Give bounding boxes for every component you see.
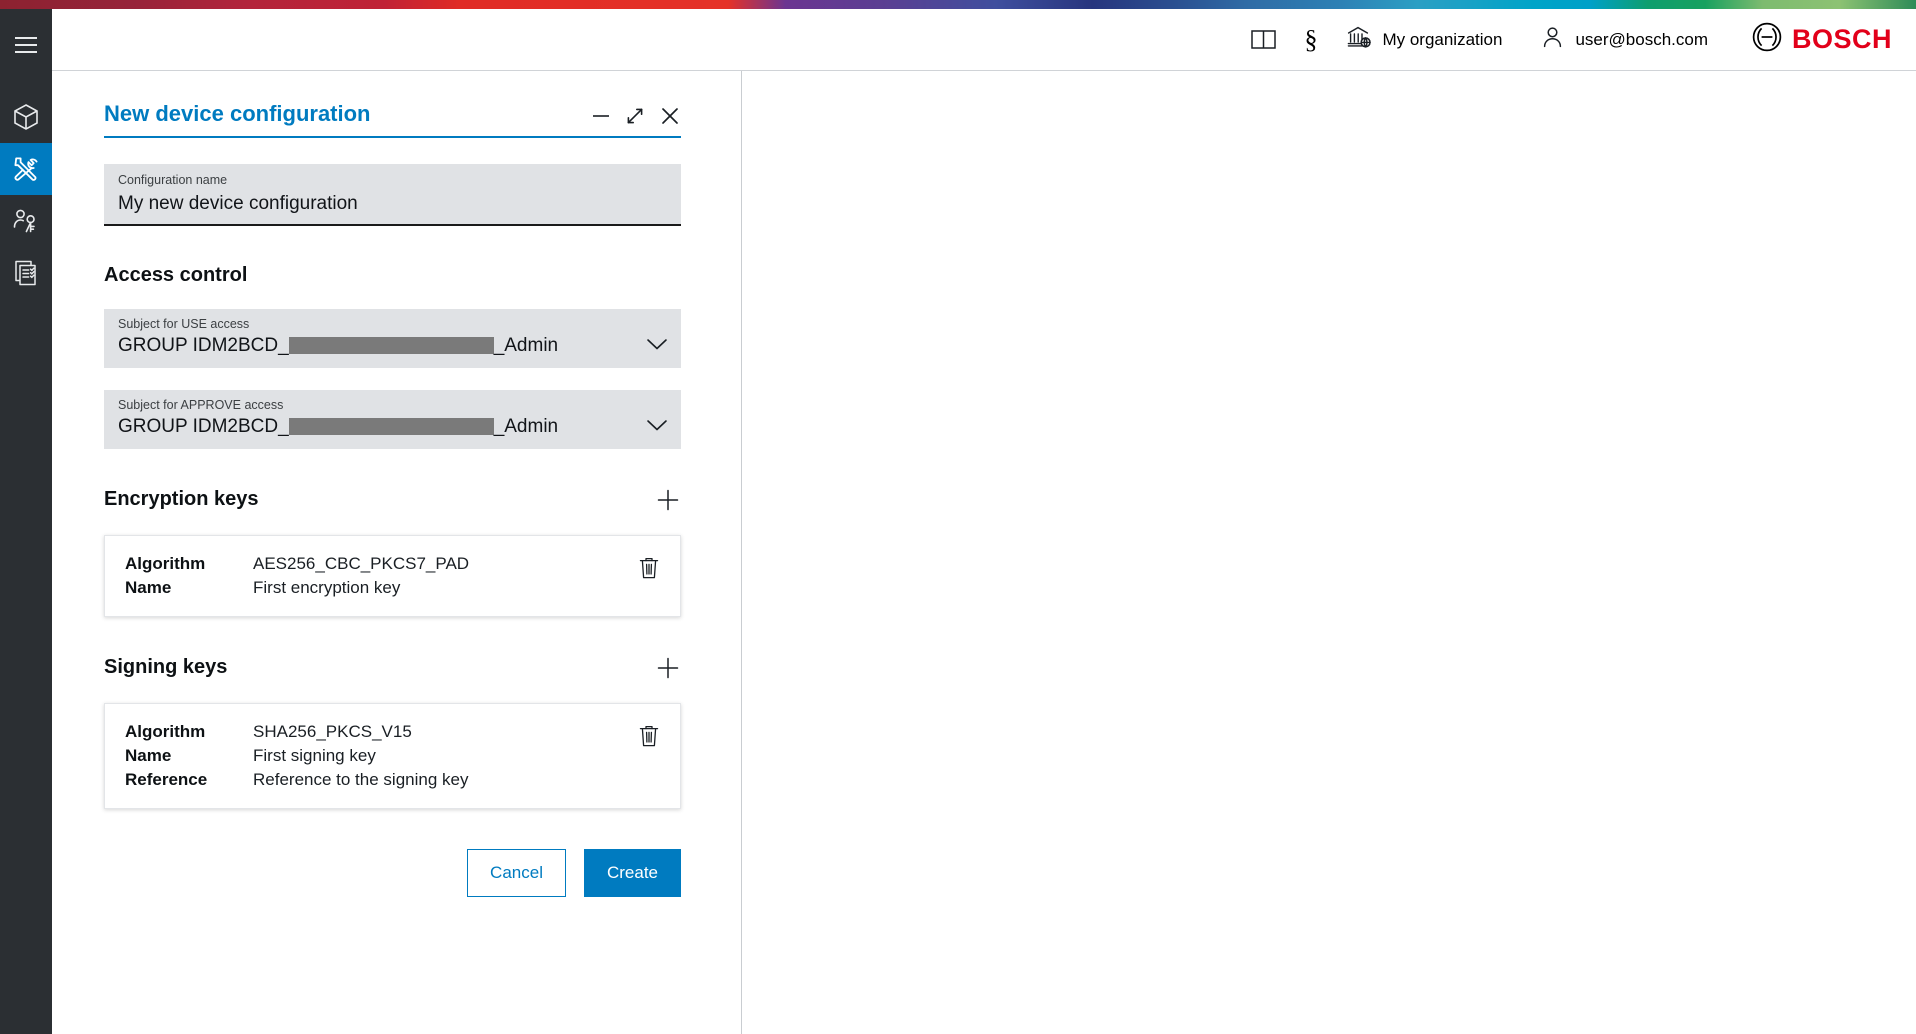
key-label: Reference: [125, 770, 253, 790]
page-title: New device configuration: [104, 101, 371, 127]
panel-window-controls: [591, 101, 681, 127]
book-icon[interactable]: [1237, 9, 1290, 71]
signing-keys-title: Signing keys: [104, 656, 227, 679]
sidebar-item-logs[interactable]: [0, 247, 52, 299]
organization-label: My organization: [1382, 30, 1502, 50]
key-label: Name: [125, 578, 253, 598]
new-device-configuration-panel: New device configuration: [52, 71, 742, 1034]
sidebar-item-tools[interactable]: [0, 143, 52, 195]
chevron-down-icon[interactable]: [645, 336, 669, 361]
subject-use-access-select[interactable]: Subject for USE access GROUP IDM2BCD_ _Ad…: [104, 309, 681, 368]
bank-globe-icon: [1347, 25, 1372, 54]
add-encryption-key-button[interactable]: [655, 487, 681, 513]
encryption-keys-section-header: Encryption keys: [104, 487, 681, 513]
subject-approve-access-value: GROUP IDM2BCD_ _Admin: [118, 413, 635, 442]
user-email-label: user@bosch.com: [1575, 30, 1708, 50]
plus-icon: [656, 656, 680, 680]
trash-icon: [638, 556, 660, 580]
key-label: Algorithm: [125, 554, 253, 574]
top-header-bar: § My organization: [52, 9, 1916, 71]
key-label: Name: [125, 746, 253, 766]
chevron-down-icon[interactable]: [645, 417, 669, 442]
configuration-name-field[interactable]: Configuration name My new device configu…: [104, 164, 681, 226]
bosch-symbol-icon: [1752, 22, 1782, 57]
panel-titlebar: New device configuration: [104, 101, 681, 138]
user-key-icon: [12, 207, 40, 235]
section-sign-glyph: §: [1304, 27, 1317, 53]
minimize-icon[interactable]: [591, 106, 611, 126]
access-control-title: Access control: [104, 264, 247, 287]
access-control-section-header: Access control: [104, 264, 681, 287]
cancel-button[interactable]: Cancel: [467, 849, 566, 897]
user-menu[interactable]: user@bosch.com: [1518, 9, 1724, 71]
bosch-logo[interactable]: BOSCH: [1724, 22, 1916, 57]
organization-menu[interactable]: My organization: [1331, 9, 1518, 71]
delete-signing-key-button[interactable]: [638, 722, 662, 753]
signing-key-card: Algorithm SHA256_PKCS_V15 Name First sig…: [104, 703, 681, 809]
trash-icon: [638, 724, 660, 748]
delete-encryption-key-button[interactable]: [638, 554, 662, 585]
key-value: AES256_CBC_PKCS7_PAD: [253, 554, 469, 574]
person-icon: [1542, 26, 1563, 53]
main-content-area: [743, 71, 1916, 1034]
redacted-block: [289, 418, 494, 435]
subject-approve-access-select[interactable]: Subject for APPROVE access GROUP IDM2BCD…: [104, 390, 681, 449]
key-value: First encryption key: [253, 578, 469, 598]
sidebar-item-devices[interactable]: [0, 91, 52, 143]
bosch-wordmark: BOSCH: [1792, 24, 1892, 55]
encryption-keys-title: Encryption keys: [104, 488, 259, 511]
key-value: First signing key: [253, 746, 468, 766]
section-sign-icon[interactable]: §: [1290, 9, 1331, 71]
value-prefix: GROUP IDM2BCD_: [118, 332, 289, 361]
expand-diagonal-icon[interactable]: [625, 106, 645, 126]
create-button[interactable]: Create: [584, 849, 681, 897]
signing-keys-section-header: Signing keys: [104, 655, 681, 681]
configuration-name-value: My new device configuration: [118, 190, 669, 218]
panel-footer-buttons: Cancel Create: [104, 849, 681, 897]
sidebar-item-users[interactable]: [0, 195, 52, 247]
value-suffix: _Admin: [494, 332, 558, 361]
add-signing-key-button[interactable]: [655, 655, 681, 681]
cube-icon: [13, 103, 39, 131]
subject-use-access-label: Subject for USE access: [118, 316, 635, 332]
subject-use-access-value: GROUP IDM2BCD_ _Admin: [118, 332, 635, 361]
key-value: SHA256_PKCS_V15: [253, 722, 468, 742]
close-icon[interactable]: [659, 105, 681, 127]
configuration-name-label: Configuration name: [118, 172, 669, 188]
menu-icon[interactable]: [0, 19, 52, 71]
plus-icon: [656, 488, 680, 512]
key-label: Algorithm: [125, 722, 253, 742]
value-suffix: _Admin: [494, 413, 558, 442]
document-list-icon: [13, 259, 39, 287]
value-prefix: GROUP IDM2BCD_: [118, 413, 289, 442]
encryption-key-card: Algorithm AES256_CBC_PKCS7_PAD Name Firs…: [104, 535, 681, 617]
key-value: Reference to the signing key: [253, 770, 468, 790]
subject-approve-access-label: Subject for APPROVE access: [118, 397, 635, 413]
left-navigation-rail: [0, 9, 52, 1034]
tools-icon: [12, 155, 40, 183]
redacted-block: [289, 337, 494, 354]
